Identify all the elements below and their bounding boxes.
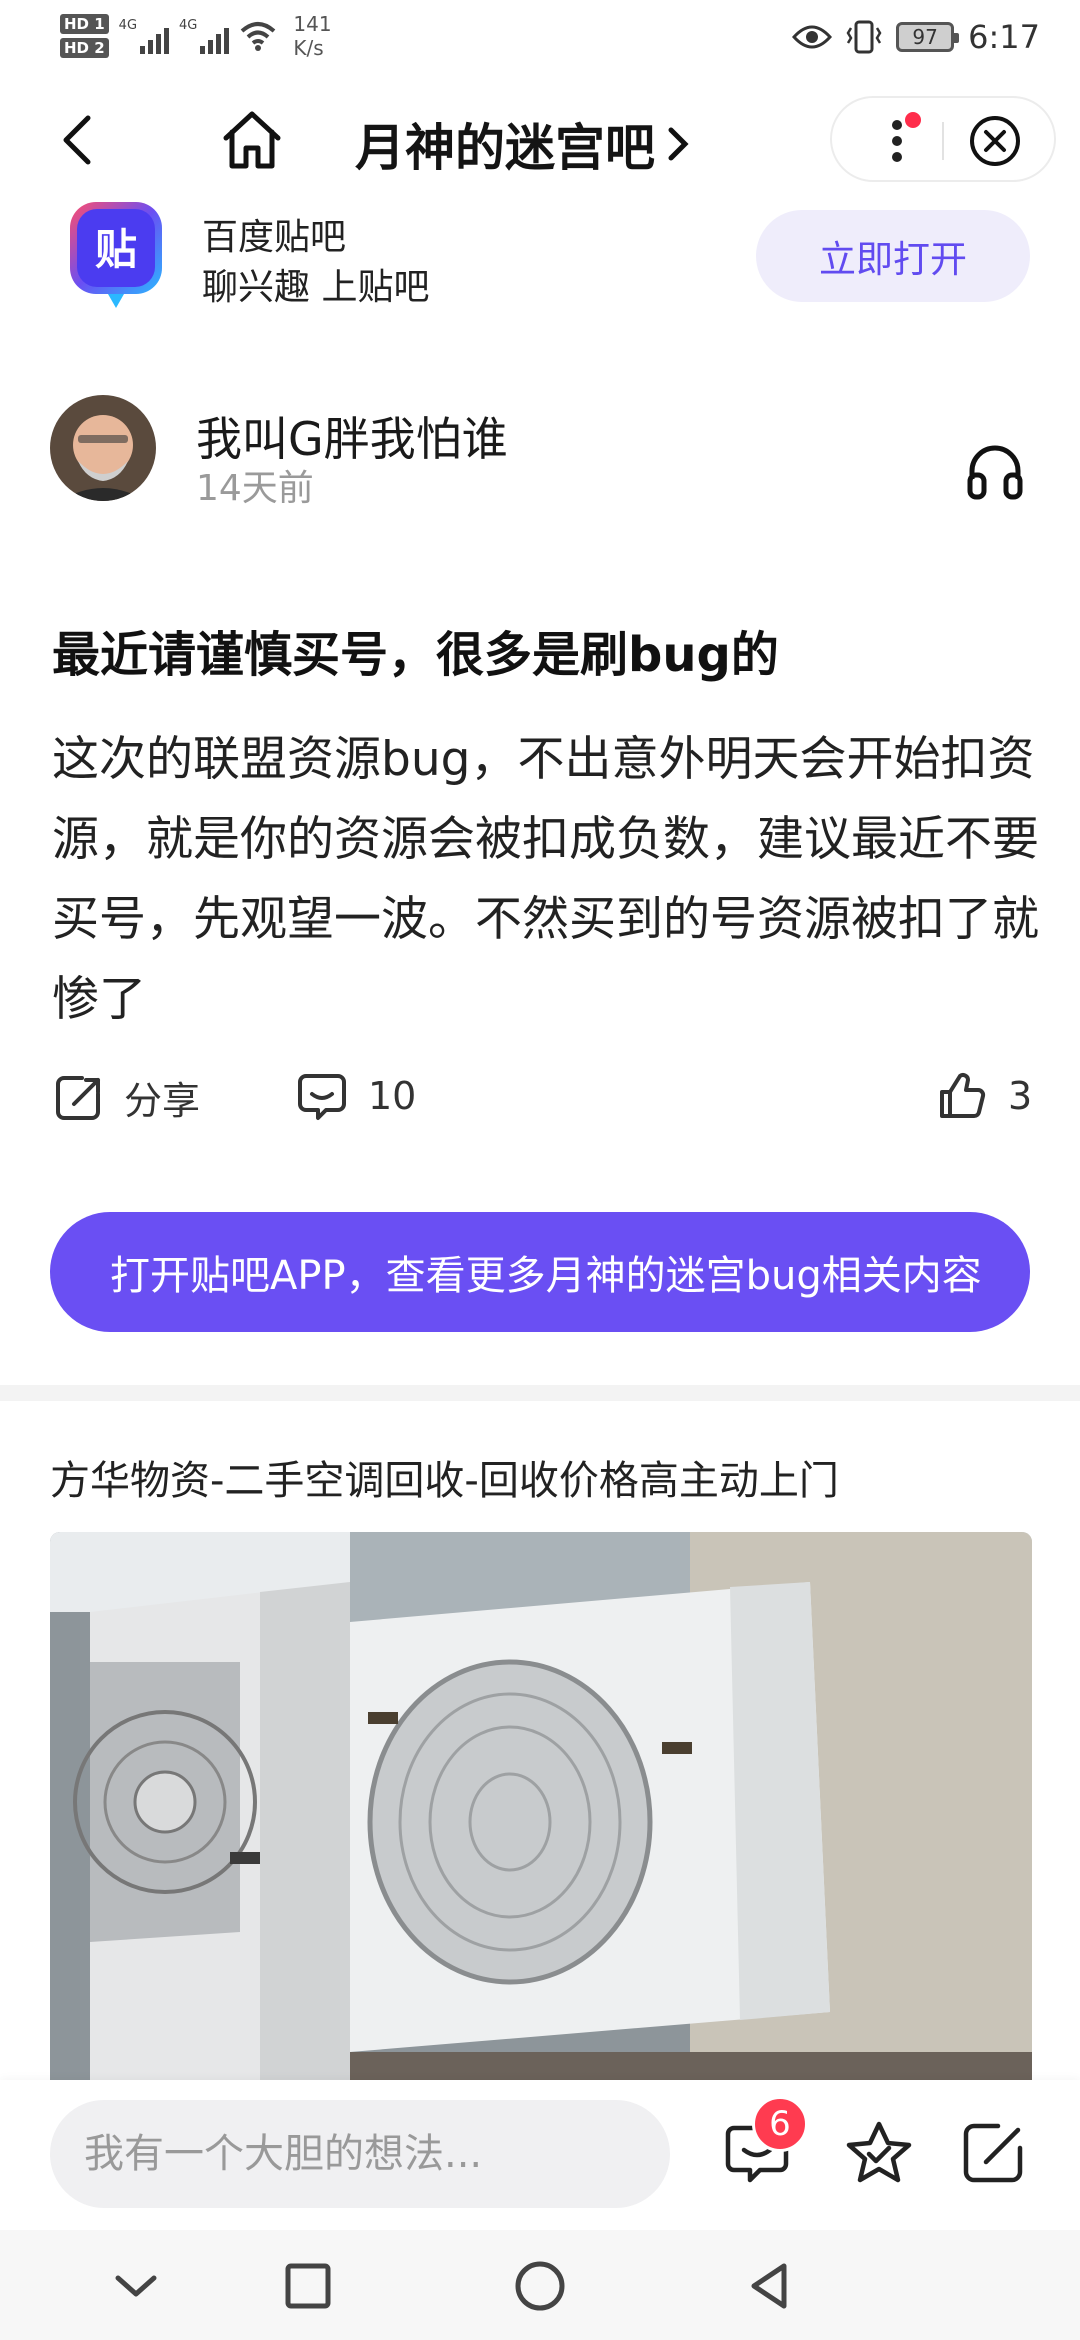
comment-button[interactable]: 10 — [296, 1070, 416, 1122]
like-button[interactable]: 3 — [936, 1070, 1032, 1122]
post-actions: 分享 10 3 — [0, 1070, 1080, 1134]
headphone-icon[interactable] — [964, 439, 1026, 501]
clock: 6:17 — [968, 18, 1040, 56]
tieba-logo-icon: 贴 — [70, 202, 162, 308]
wifi-icon — [241, 22, 276, 51]
net-speed-unit: K/s — [293, 36, 324, 60]
hd-indicators: HD 1 HD 2 — [60, 14, 109, 58]
home-icon[interactable] — [220, 108, 284, 172]
signal-1-label: 4G — [118, 18, 138, 33]
notification-dot — [905, 112, 921, 128]
like-count: 3 — [1008, 1074, 1033, 1118]
post-time: 14天前 — [196, 468, 314, 509]
recents-square-icon[interactable] — [276, 2254, 340, 2318]
cta-label: 打开贴吧APP，查看更多月神的迷宫bug相关内容 — [110, 1253, 982, 1299]
comment-bar: 6 — [0, 2080, 1080, 2230]
ad-image[interactable] — [50, 1532, 1032, 2092]
back-icon[interactable] — [50, 110, 110, 170]
share-button[interactable]: 分享 — [52, 1070, 200, 1125]
signal-2-icon: 4G — [179, 18, 230, 54]
edit-icon[interactable] — [958, 2118, 1028, 2188]
share-label: 分享 — [124, 1079, 201, 1123]
net-speed: 141 K/s — [293, 12, 331, 60]
star-icon[interactable] — [844, 2118, 914, 2188]
thumbs-up-icon — [940, 1073, 986, 1118]
battery-level: 97 — [912, 25, 938, 49]
battery-icon: 97 — [896, 22, 960, 52]
app-download-banner: 贴 百度贴吧 聊兴趣 上贴吧 立即打开 — [0, 200, 1080, 320]
ad-title[interactable]: 方华物资-二手空调回收-回收价格高主动上门 — [50, 1448, 839, 1506]
comment-input[interactable] — [50, 2100, 670, 2208]
hd2-indicator: HD 2 — [60, 38, 109, 58]
chevron-down-icon[interactable] — [104, 2254, 168, 2318]
svg-text:贴: 贴 — [95, 225, 137, 274]
comment-icon — [298, 1074, 346, 1120]
status-bar: HD 1 HD 2 4G 4G 141 K/s 97 6:17 — [0, 0, 1080, 80]
app-slogan: 聊兴趣 上贴吧 — [202, 267, 430, 308]
comment-count: 10 — [368, 1074, 417, 1118]
vibrate-icon — [846, 20, 882, 54]
capsule-divider — [942, 122, 944, 160]
post-body: 这次的联盟资源bug，不出意外明天会开始扣资源，就是你的资源会被扣成负数，建议最… — [52, 732, 1039, 1027]
close-circle-icon[interactable] — [968, 114, 1022, 168]
post-title: 最近请谨慎买号，很多是刷bug的 — [52, 627, 779, 683]
status-left: HD 1 HD 2 4G 4G 141 K/s — [60, 12, 332, 60]
chevron-right-icon — [668, 127, 689, 161]
share-icon — [56, 1075, 100, 1120]
signal-2-label: 4G — [179, 18, 198, 33]
app-name: 百度贴吧 — [202, 217, 347, 258]
hd1-indicator: HD 1 — [60, 14, 109, 34]
eye-icon — [792, 25, 833, 49]
forum-title[interactable]: 月神的迷宫吧 — [355, 108, 689, 180]
open-app-button[interactable]: 立即打开 — [756, 210, 1030, 302]
back-triangle-icon[interactable] — [738, 2254, 802, 2318]
net-speed-value: 141 — [293, 12, 332, 36]
top-nav-bar: 月神的迷宫吧 — [0, 90, 1080, 190]
status-right: 97 6:17 — [792, 18, 1040, 56]
forum-title-text: 月神的迷宫吧 — [355, 119, 655, 177]
section-separator — [0, 1385, 1080, 1401]
avatar[interactable] — [50, 395, 156, 501]
post-author: 我叫G胖我怕谁 14天前 — [0, 395, 1080, 509]
comment-badge: 6 — [752, 2096, 808, 2152]
system-navigation-bar — [0, 2230, 1080, 2340]
home-circle-icon[interactable] — [508, 2254, 572, 2318]
signal-1-icon: 4G — [118, 18, 170, 54]
open-app-cta-button[interactable]: 打开贴吧APP，查看更多月神的迷宫bug相关内容 — [50, 1212, 1030, 1332]
mini-program-capsule — [830, 96, 1056, 182]
